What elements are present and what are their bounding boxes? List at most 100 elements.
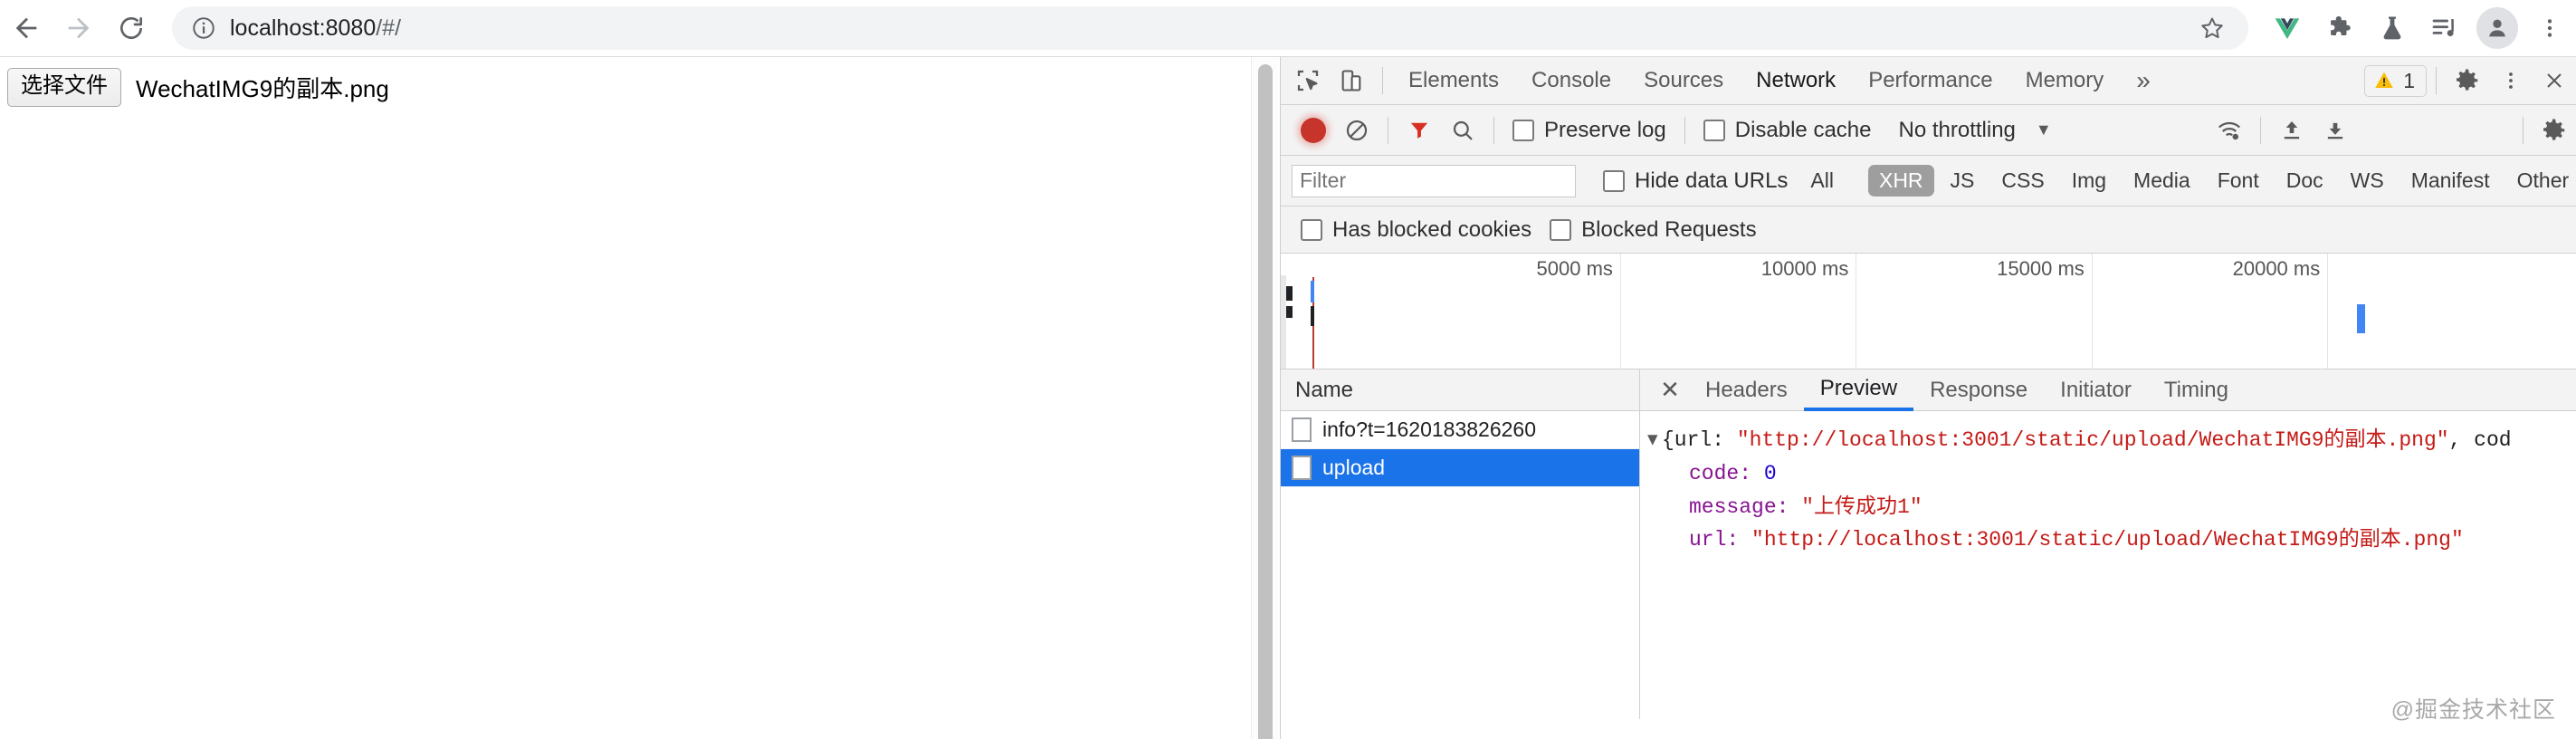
- overview-request-bar: [1286, 286, 1293, 301]
- hide-data-urls-box[interactable]: [1603, 169, 1625, 192]
- blocked-requests-box[interactable]: [1550, 218, 1572, 241]
- clear-requests-icon[interactable]: [1335, 109, 1379, 152]
- type-filter-font[interactable]: Font: [2207, 165, 2270, 197]
- page-scrollbar[interactable]: [1251, 57, 1278, 739]
- requests-list-pane: Name info?t=1620183826260 upload: [1281, 370, 1640, 719]
- type-filter-doc[interactable]: Doc: [2275, 165, 2334, 197]
- tab-console[interactable]: Console: [1515, 57, 1627, 105]
- blocked-filters-bar: Has blocked cookies Blocked Requests: [1281, 206, 2576, 254]
- type-filter-js[interactable]: JS: [1940, 165, 1986, 197]
- back-button[interactable]: [0, 2, 52, 54]
- request-detail-pane: ✕ Headers Preview Response Initiator Tim…: [1640, 370, 2576, 723]
- overview-left-rail: [1281, 275, 1286, 369]
- tab-network[interactable]: Network: [1740, 57, 1852, 105]
- playlist-icon[interactable]: [2419, 2, 2471, 54]
- beaker-icon[interactable]: [2366, 2, 2419, 54]
- address-bar[interactable]: localhost:8080/#/: [172, 6, 2248, 50]
- preview-json-view[interactable]: ▾ {url: "http://localhost:3001/static/upl…: [1640, 411, 2576, 719]
- detail-tab-timing[interactable]: Timing: [2148, 370, 2245, 411]
- detail-tab-initiator[interactable]: Initiator: [2044, 370, 2148, 411]
- reload-button[interactable]: [105, 2, 157, 54]
- table-row[interactable]: info?t=1620183826260: [1281, 411, 1639, 449]
- devtools-close-icon[interactable]: [2533, 59, 2576, 102]
- blocked-requests-label: Blocked Requests: [1581, 216, 1757, 242]
- overview-gridline-5000: [1619, 254, 1621, 369]
- json-key-code: code:: [1689, 461, 1752, 485]
- chevron-down-icon[interactable]: ▼: [2036, 120, 2052, 139]
- more-tabs-button[interactable]: »: [2120, 57, 2167, 105]
- choose-file-button[interactable]: 选择文件: [7, 68, 121, 107]
- filter-input[interactable]: [1292, 164, 1576, 197]
- watermark-text: @掘金技术社区: [2390, 697, 2556, 723]
- blocked-requests-checkbox[interactable]: Blocked Requests: [1550, 216, 1757, 243]
- type-filter-media[interactable]: Media: [2123, 165, 2201, 197]
- type-filter-other[interactable]: Other: [2506, 165, 2576, 197]
- type-filter-manifest[interactable]: Manifest: [2400, 165, 2501, 197]
- preserve-log-box[interactable]: [1512, 119, 1534, 141]
- json-root-line[interactable]: ▾ {url: "http://localhost:3001/static/upl…: [1647, 424, 2576, 457]
- json-line-url: url: "http://localhost:3001/static/uploa…: [1647, 523, 2576, 557]
- type-filter-all[interactable]: All: [1799, 165, 1845, 197]
- detail-tab-response[interactable]: Response: [1913, 370, 2044, 411]
- overview-tick-20000: 20000 ms: [2232, 257, 2321, 280]
- web-page-content: 选择文件 WechatIMG9的副本.png: [0, 57, 1264, 739]
- extensions-puzzle-icon[interactable]: [2314, 2, 2366, 54]
- network-overview-timeline[interactable]: 5000 ms 10000 ms 15000 ms 20000 ms: [1281, 254, 2576, 370]
- detail-tab-headers[interactable]: Headers: [1689, 370, 1804, 411]
- warning-count: 1: [2403, 68, 2415, 92]
- tabbar-divider-2: [2436, 67, 2437, 94]
- forward-button[interactable]: [52, 2, 105, 54]
- export-har-icon[interactable]: [2314, 109, 2357, 152]
- tab-sources[interactable]: Sources: [1627, 57, 1740, 105]
- preserve-log-checkbox[interactable]: Preserve log: [1512, 118, 1666, 143]
- overview-request-bar: [1286, 306, 1293, 318]
- disclosure-triangle-icon[interactable]: ▾: [1647, 424, 1662, 457]
- device-toolbar-icon[interactable]: [1330, 59, 1373, 102]
- disable-cache-checkbox[interactable]: Disable cache: [1703, 118, 1871, 143]
- network-toolbar-divider-5: [2523, 116, 2524, 144]
- browser-toolbar: localhost:8080/#/: [0, 0, 2576, 57]
- table-row[interactable]: upload: [1281, 449, 1639, 487]
- json-value-message: "上传成功1": [1801, 494, 1922, 519]
- hide-data-urls-checkbox[interactable]: Hide data URLs: [1603, 168, 1788, 194]
- disable-cache-box[interactable]: [1703, 119, 1725, 141]
- has-blocked-cookies-label: Has blocked cookies: [1332, 216, 1532, 242]
- type-filter-img[interactable]: Img: [2061, 165, 2117, 197]
- site-info-icon[interactable]: [188, 13, 219, 43]
- close-detail-icon[interactable]: ✕: [1651, 376, 1689, 404]
- bookmark-star-icon[interactable]: [2192, 8, 2232, 48]
- warning-badge[interactable]: 1: [2364, 64, 2427, 97]
- hide-data-urls-label: Hide data URLs: [1635, 168, 1789, 193]
- tab-performance[interactable]: Performance: [1852, 57, 2008, 105]
- network-toolbar-divider-2: [1493, 116, 1494, 144]
- chrome-menu-icon[interactable]: [2524, 2, 2576, 54]
- json-line-message: message: "上传成功1": [1647, 491, 2576, 524]
- json-key-message: message:: [1689, 494, 1789, 519]
- devtools-menu-icon[interactable]: [2489, 59, 2533, 102]
- devtools-panel: Elements Console Sources Network Perform…: [1280, 57, 2576, 739]
- network-conditions-icon[interactable]: [2208, 109, 2251, 152]
- requests-column-header-name[interactable]: Name: [1281, 370, 1639, 411]
- filter-funnel-icon[interactable]: [1398, 109, 1441, 152]
- settings-gear-icon[interactable]: [2446, 59, 2489, 102]
- inspect-element-icon[interactable]: [1286, 59, 1330, 102]
- has-blocked-cookies-checkbox[interactable]: Has blocked cookies: [1301, 217, 1531, 243]
- import-har-icon[interactable]: [2270, 109, 2314, 152]
- record-button[interactable]: [1292, 109, 1335, 152]
- overview-upload-request-bar: [2357, 304, 2366, 333]
- throttling-select[interactable]: No throttling: [1898, 118, 2015, 143]
- page-scrollbar-thumb[interactable]: [1258, 64, 1273, 739]
- json-key-url: url:: [1689, 528, 1740, 552]
- tab-memory[interactable]: Memory: [2009, 57, 2121, 105]
- profile-avatar-icon[interactable]: [2476, 7, 2518, 49]
- tab-elements[interactable]: Elements: [1392, 57, 1515, 105]
- type-filter-xhr[interactable]: XHR: [1867, 165, 1934, 197]
- detail-tab-preview[interactable]: Preview: [1803, 370, 1914, 411]
- search-icon[interactable]: [1441, 109, 1484, 152]
- type-filter-ws[interactable]: WS: [2340, 165, 2395, 197]
- url-text: localhost:8080/#/: [230, 14, 402, 41]
- vue-devtools-icon[interactable]: [2261, 2, 2314, 54]
- type-filter-css[interactable]: CSS: [1990, 165, 2055, 197]
- has-blocked-cookies-box[interactable]: [1301, 218, 1322, 241]
- network-settings-gear-icon[interactable]: [2533, 109, 2576, 152]
